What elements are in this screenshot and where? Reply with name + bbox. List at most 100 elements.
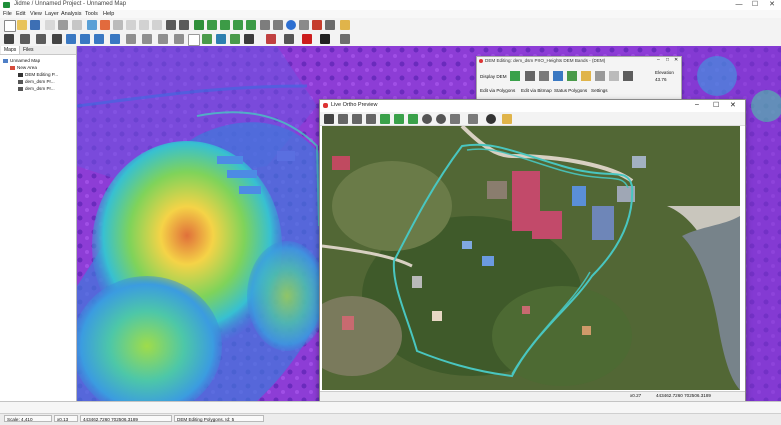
label-icon[interactable] (340, 20, 350, 30)
tab-edit-bitmap[interactable]: Edit via Bitmap (521, 88, 552, 93)
line-width-icon[interactable] (244, 34, 254, 44)
edit-polygon-icon[interactable] (553, 71, 563, 81)
menu-file[interactable]: File (3, 10, 12, 18)
menu-analysis[interactable]: Analysis (61, 10, 81, 18)
close-button[interactable]: ✕ (765, 0, 779, 10)
lower-icon[interactable] (595, 71, 605, 81)
tab-settings[interactable]: Settings (591, 88, 608, 93)
tab-status-polygons[interactable]: Status Polygons (554, 88, 587, 93)
label-icon[interactable] (502, 114, 512, 124)
tab-edit-polygons[interactable]: Edit via Polygons (480, 88, 515, 93)
bookmark-icon[interactable] (312, 20, 322, 30)
tree-item-area[interactable]: New Area (10, 65, 37, 71)
zoom-out-icon[interactable] (220, 20, 230, 30)
zoom-in-icon[interactable] (380, 114, 390, 124)
terrain-icon[interactable] (202, 34, 212, 44)
menu-view[interactable]: View (30, 10, 42, 18)
grid-icon[interactable] (230, 34, 240, 44)
identify-icon[interactable] (273, 20, 283, 30)
aerial-imagery[interactable] (322, 126, 740, 390)
dem-close-button[interactable]: ✕ (674, 57, 678, 63)
zoom-extent-icon[interactable] (194, 20, 204, 30)
display-mode-icon[interactable] (486, 114, 496, 124)
save-icon[interactable] (30, 20, 40, 30)
info-icon[interactable] (286, 20, 296, 30)
raise-icon[interactable] (581, 71, 591, 81)
cut-icon[interactable] (113, 20, 123, 30)
polyline-icon[interactable] (36, 34, 46, 44)
minimize-button[interactable]: — (732, 0, 746, 10)
blank-icon[interactable] (188, 34, 200, 46)
circle-icon[interactable] (94, 34, 104, 44)
layers-icon[interactable] (100, 20, 110, 30)
zoom-out-icon[interactable] (394, 114, 404, 124)
zoom-extent-icon[interactable] (408, 114, 418, 124)
zoom-layer-icon[interactable] (233, 20, 243, 30)
flatten-icon[interactable] (567, 71, 577, 81)
grid-tool-icon[interactable] (623, 71, 633, 81)
select-arrow-icon[interactable] (4, 34, 14, 44)
zoom-selection-icon[interactable] (246, 20, 256, 30)
preview-maximize-button[interactable]: ☐ (713, 101, 719, 109)
refresh-icon[interactable] (422, 114, 432, 124)
reshape-icon[interactable] (174, 34, 184, 44)
line-color-icon[interactable] (266, 34, 276, 44)
fill-color-icon[interactable] (302, 34, 312, 44)
new-file-icon[interactable] (4, 20, 16, 32)
preview-close-button[interactable]: ✕ (730, 101, 736, 109)
polygon-tool-icon[interactable] (539, 71, 549, 81)
split-icon[interactable] (126, 34, 136, 44)
delete-icon[interactable] (152, 20, 162, 30)
pen-icon[interactable] (284, 34, 294, 44)
rotate-icon[interactable] (366, 114, 376, 124)
rectangle-icon[interactable] (66, 34, 76, 44)
menu-tools[interactable]: Tools (85, 10, 98, 18)
menu-edit[interactable]: Edit (16, 10, 25, 18)
open-folder-icon[interactable] (17, 20, 27, 30)
raster-icon[interactable] (18, 79, 23, 84)
brush-icon[interactable] (525, 71, 535, 81)
buffer-icon[interactable] (158, 34, 168, 44)
paste-icon[interactable] (139, 20, 149, 30)
contour-icon[interactable] (216, 34, 226, 44)
vertex-icon[interactable] (20, 34, 30, 44)
tab-files[interactable]: Files (20, 46, 37, 54)
import-icon[interactable] (45, 20, 55, 30)
tab-maps[interactable]: Maps (1, 46, 21, 54)
polygon-icon[interactable] (80, 34, 90, 44)
hand-icon[interactable] (338, 114, 348, 124)
font-icon[interactable] (320, 34, 330, 44)
undo-icon[interactable] (166, 20, 176, 30)
preview-minimize-button[interactable]: – (695, 101, 699, 108)
center-icon[interactable] (436, 114, 446, 124)
pan-icon[interactable] (260, 20, 270, 30)
grab-icon[interactable] (450, 114, 460, 124)
dem-minimize-button[interactable]: – (657, 57, 660, 63)
pan-icon[interactable] (352, 114, 362, 124)
select-arrow-icon[interactable] (324, 114, 334, 124)
tree-item-layer[interactable]: dem_dsm Pr... (18, 79, 55, 85)
ruler-icon[interactable] (299, 20, 309, 30)
tree-item-layer[interactable]: dem_dsm Pr... (18, 86, 55, 92)
raster-icon[interactable] (18, 86, 23, 91)
align-icon[interactable] (340, 34, 350, 44)
maximize-button[interactable]: ☐ (748, 0, 762, 10)
print-icon[interactable] (72, 20, 82, 30)
menu-help[interactable]: Help (103, 10, 114, 18)
measure-icon[interactable] (468, 114, 478, 124)
export-icon[interactable] (58, 20, 68, 30)
fill-icon[interactable] (110, 34, 120, 44)
dem-maximize-button[interactable]: □ (666, 57, 669, 63)
text-tool-icon[interactable] (52, 34, 62, 44)
copy-icon[interactable] (126, 20, 136, 30)
measure-icon[interactable] (325, 20, 335, 30)
edit-icon[interactable] (87, 20, 97, 30)
tree-item-map[interactable]: Unnamed Map (3, 58, 40, 64)
redo-icon[interactable] (179, 20, 189, 30)
menu-layer[interactable]: Layer (45, 10, 59, 18)
tree-item-layer[interactable]: DEM Editing P... (18, 72, 58, 78)
smooth-icon[interactable] (609, 71, 619, 81)
horizontal-scrollbar[interactable] (0, 402, 781, 414)
display-dem-toggle[interactable] (510, 71, 520, 81)
merge-icon[interactable] (142, 34, 152, 44)
